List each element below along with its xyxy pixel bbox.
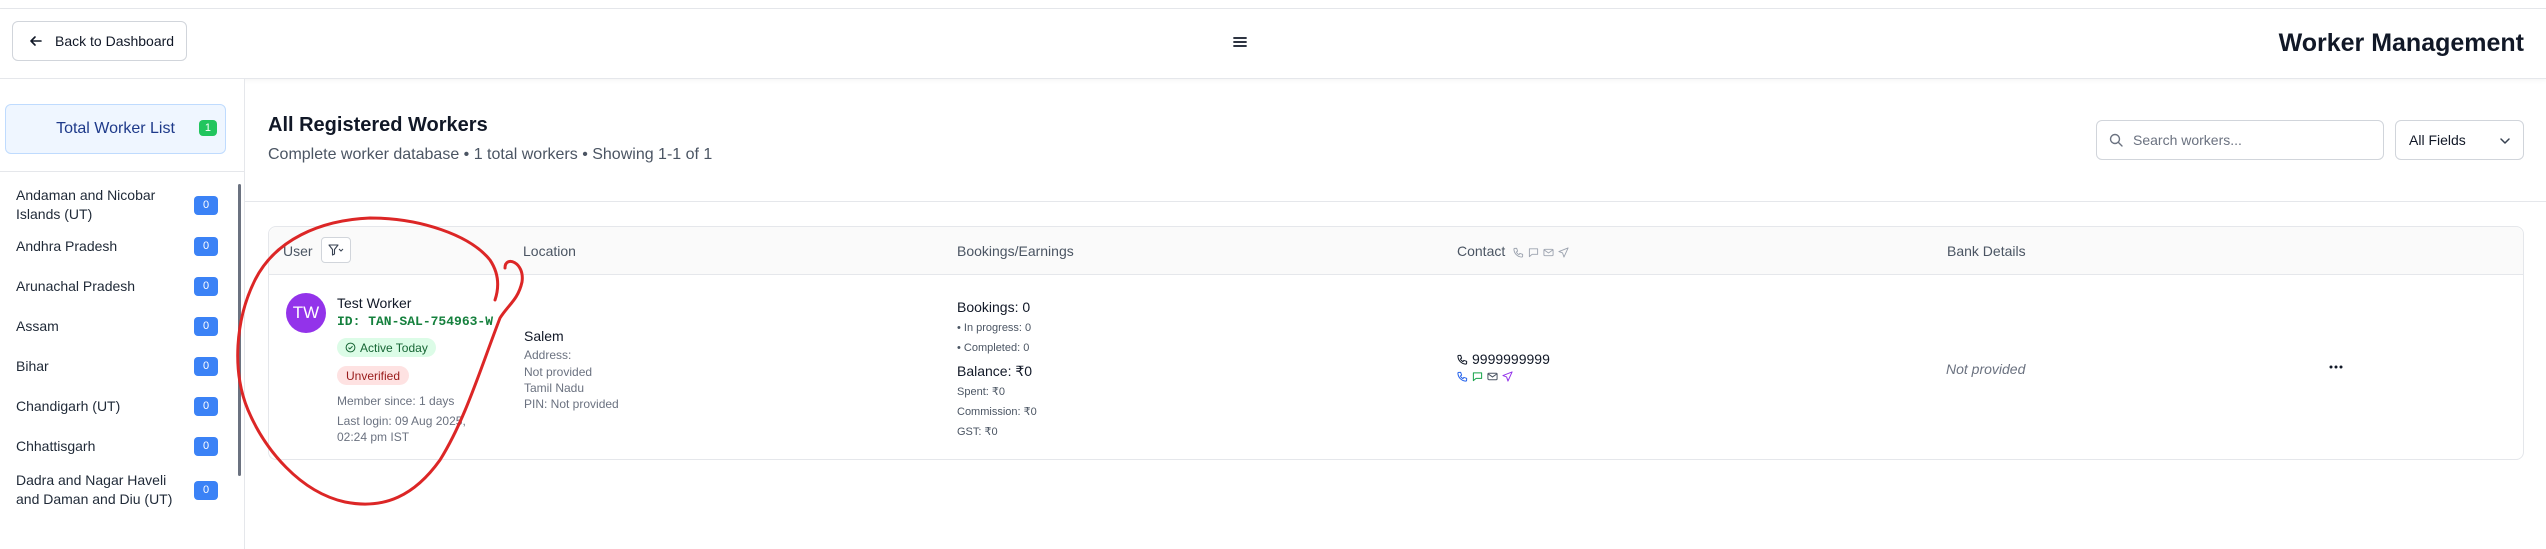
avatar: TW <box>286 293 326 333</box>
telegram-icon[interactable] <box>1502 371 1513 382</box>
total-worker-list-label: Total Worker List <box>56 120 175 137</box>
location-city: Salem <box>524 328 564 344</box>
sidebar-scrollbar[interactable] <box>238 184 241 476</box>
whatsapp-icon[interactable] <box>1472 371 1483 382</box>
spent: Spent: ₹0 <box>957 386 1005 398</box>
menu-icon[interactable] <box>1231 33 1249 51</box>
active-status-label: Active Today <box>360 340 428 355</box>
chevron-down-icon <box>2500 138 2510 144</box>
back-label: Back to Dashboard <box>55 33 175 49</box>
verification-badge: Unverified <box>337 366 410 385</box>
state-name: Dadra and Nagar Haveli and Daman and Diu… <box>16 472 173 507</box>
field-filter-value: All Fields <box>2409 132 2466 148</box>
state-name: Bihar <box>16 357 49 374</box>
phone-icon <box>1513 247 1524 258</box>
state-count-badge: 0 <box>194 396 218 416</box>
back-to-dashboard-button[interactable]: Back to Dashboard <box>12 21 187 61</box>
state-count-badge: 0 <box>194 236 218 256</box>
email-icon[interactable] <box>1487 371 1498 382</box>
sidebar: Total Worker List 1 Andaman and Nicobar … <box>0 79 245 549</box>
last-login-date: Last login: 09 Aug 2025, <box>337 414 466 428</box>
column-contact: Contact <box>1457 243 1569 259</box>
bookings-count: Bookings: 0 <box>957 299 1031 315</box>
address-label: Address: <box>524 348 572 362</box>
location-pin: PIN: Not provided <box>524 397 619 411</box>
column-bookings: Bookings/Earnings <box>957 243 1074 259</box>
state-name: Chhattisgarh <box>16 437 96 454</box>
phone-number[interactable]: 9999999999 <box>1457 351 1550 367</box>
state-name: Assam <box>16 317 59 334</box>
workers-table: User Location Bookings/Earnings Contact … <box>268 226 2524 460</box>
state-name: Chandigarh (UT) <box>16 397 121 414</box>
state-list: Andaman and Nicobar Islands (UT) 0 Andhr… <box>0 184 240 514</box>
gst: GST: ₹0 <box>957 426 998 438</box>
search-input[interactable] <box>2133 132 2373 148</box>
field-filter-select[interactable]: All Fields <box>2395 120 2524 160</box>
filter-icon <box>328 244 344 256</box>
more-actions-button[interactable] <box>2324 357 2348 377</box>
column-user: User <box>283 243 313 259</box>
address-value: Not provided <box>524 365 593 379</box>
sidebar-item-dadra-nagar-haveli[interactable]: Dadra and Nagar Haveli and Daman and Diu… <box>0 466 240 514</box>
state-count-badge: 0 <box>194 276 218 296</box>
sidebar-divider <box>0 171 245 172</box>
state-count-badge: 0 <box>194 316 218 336</box>
column-bank: Bank Details <box>1947 243 2026 259</box>
contact-actions <box>1457 371 1513 382</box>
balance: Balance: ₹0 <box>957 363 1033 379</box>
state-count-badge: 0 <box>194 195 218 215</box>
sidebar-item-assam[interactable]: Assam 0 <box>0 306 240 346</box>
header: Back to Dashboard Worker Management <box>0 9 2546 79</box>
worker-id: ID: TAN-SAL-754963-W <box>337 314 494 329</box>
send-icon <box>1558 247 1569 258</box>
table-header: User Location Bookings/Earnings Contact … <box>269 227 2523 275</box>
sidebar-item-bihar[interactable]: Bihar 0 <box>0 346 240 386</box>
check-circle-icon <box>345 342 356 353</box>
member-since: Member since: 1 days <box>337 394 455 408</box>
page-title: Worker Management <box>2278 29 2524 57</box>
mail-icon <box>1543 248 1554 256</box>
state-count-badge: 0 <box>194 480 218 500</box>
sidebar-item-andhra-pradesh[interactable]: Andhra Pradesh 0 <box>0 226 240 266</box>
more-horizontal-icon <box>2329 365 2343 369</box>
sidebar-item-andaman[interactable]: Andaman and Nicobar Islands (UT) 0 <box>0 184 240 226</box>
commission: Commission: ₹0 <box>957 406 1037 418</box>
call-icon[interactable] <box>1457 371 1468 382</box>
main-divider <box>245 201 2546 202</box>
contact-header-icons <box>1513 247 1569 258</box>
sidebar-item-chhattisgarh[interactable]: Chhattisgarh 0 <box>0 426 240 466</box>
search-field[interactable] <box>2096 120 2384 160</box>
total-worker-list-button[interactable]: Total Worker List 1 <box>5 104 226 154</box>
sidebar-item-chandigarh[interactable]: Chandigarh (UT) 0 <box>0 386 240 426</box>
message-icon <box>1529 248 1539 257</box>
worker-name[interactable]: Test Worker <box>337 295 411 311</box>
state-name: Arunachal Pradesh <box>16 277 136 294</box>
active-status-badge: Active Today <box>337 338 436 357</box>
bookings-in-progress: • In progress: 0 <box>957 322 1032 334</box>
phone-icon <box>1457 354 1468 365</box>
bookings-completed: • Completed: 0 <box>957 342 1030 354</box>
arrow-left-icon <box>30 36 42 46</box>
total-count-badge: 1 <box>198 120 217 136</box>
section-title: All Registered Workers <box>268 114 488 136</box>
state-count-badge: 0 <box>194 356 218 376</box>
state-name: Andaman and Nicobar Islands (UT) <box>16 187 156 222</box>
user-filter-button[interactable] <box>321 237 351 263</box>
bank-details: Not provided <box>1946 361 2026 377</box>
sidebar-item-arunachal-pradesh[interactable]: Arunachal Pradesh 0 <box>0 266 240 306</box>
column-location: Location <box>523 243 576 259</box>
location-state: Tamil Nadu <box>524 381 585 395</box>
last-login-time: 02:24 pm IST <box>337 430 410 444</box>
section-subtitle: Complete worker database • 1 total worke… <box>268 146 713 163</box>
state-name: Andhra Pradesh <box>16 237 118 254</box>
column-contact-label: Contact <box>1457 243 1506 259</box>
state-count-badge: 0 <box>194 436 218 456</box>
phone-value: 9999999999 <box>1472 351 1550 367</box>
search-icon <box>2109 133 2123 147</box>
